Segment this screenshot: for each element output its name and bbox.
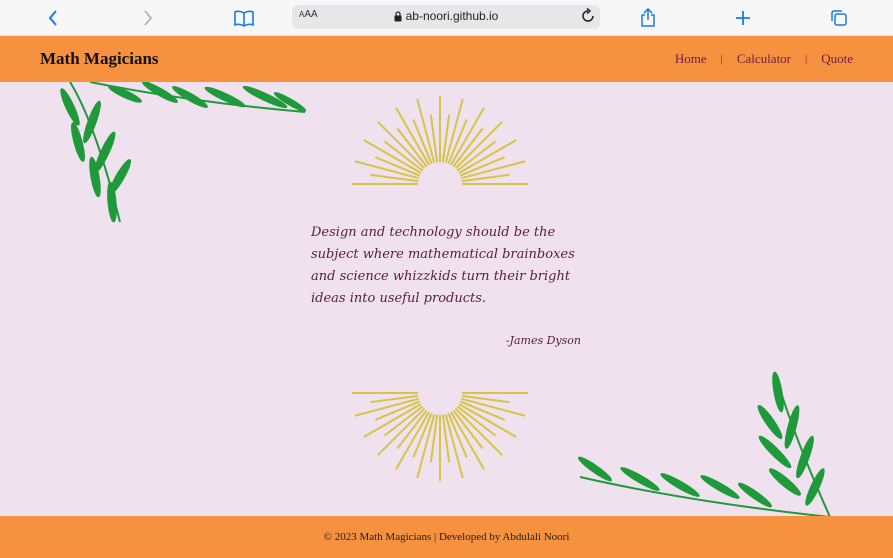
tabs-icon[interactable] [827,6,851,30]
new-tab-icon[interactable] [731,6,755,30]
nav-calculator-link[interactable]: Calculator [737,51,791,67]
reload-icon[interactable] [580,7,596,28]
nav-separator: | [805,53,808,65]
back-icon[interactable] [41,6,65,30]
leaf-branch-top-left-icon [60,82,307,223]
nav-quote-link[interactable]: Quote [821,51,853,67]
url-text: ab-noori.github.io [292,9,600,23]
quote-text: Design and technology should be the subj… [311,225,575,306]
leaf-branch-bottom-right-icon [577,371,831,516]
footer-text: © 2023 Math Magicians | Developed by Abd… [323,531,570,543]
sunburst-bottom-icon [352,392,528,481]
nav-home-link[interactable]: Home [675,51,707,67]
bookmarks-icon[interactable] [232,6,256,30]
site-header: Math Magicians Home | Calculator | Quote [0,36,893,82]
site-footer: © 2023 Math Magicians | Developed by Abd… [0,516,893,558]
quote-author: -James Dyson [505,334,581,347]
share-icon[interactable] [636,6,660,30]
sunburst-top-icon [352,96,528,185]
main-nav: Home | Calculator | Quote [675,51,853,67]
browser-toolbar: AAA ab-noori.github.io [0,0,893,36]
lock-icon [394,11,402,22]
forward-icon[interactable] [136,6,160,30]
nav-separator: | [720,53,723,65]
quote-page: Design and technology should be the subj… [0,82,893,516]
brand-title: Math Magicians [40,49,159,68]
address-bar[interactable]: AAA ab-noori.github.io [292,5,600,29]
